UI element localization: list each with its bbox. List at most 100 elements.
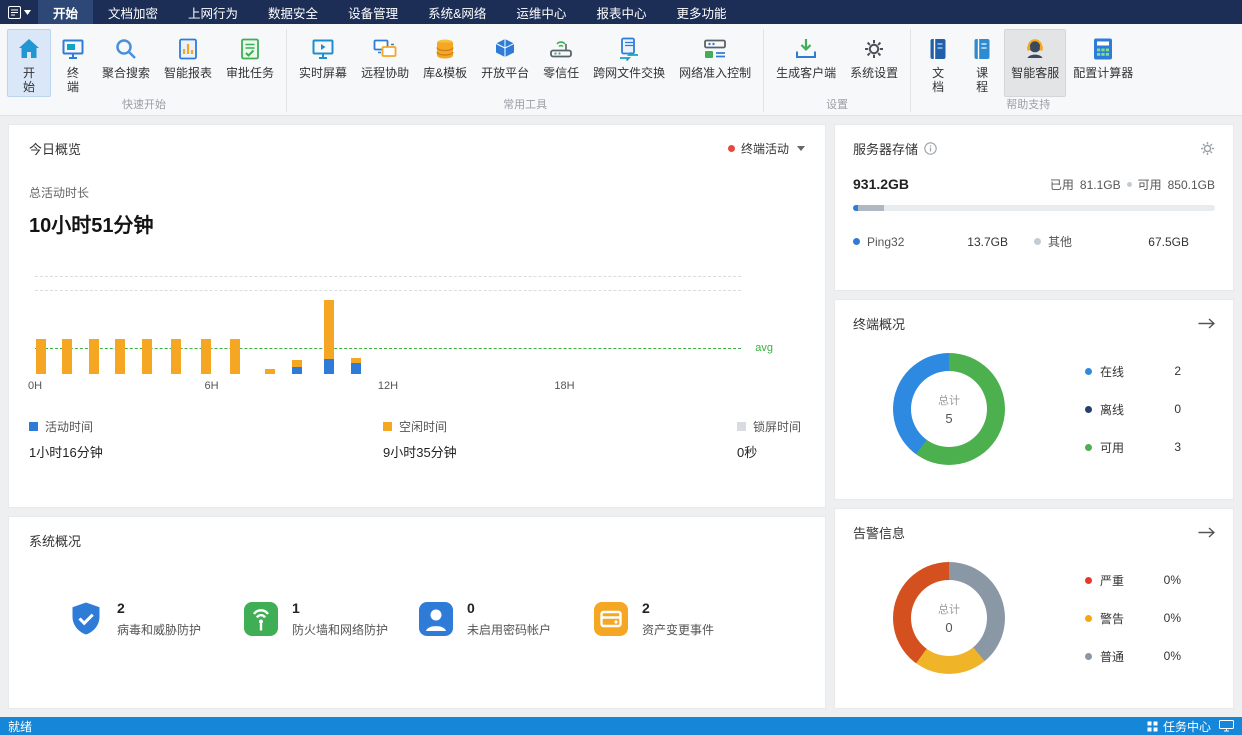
activity-legend-item: 空闲时间9小时35分钟 (383, 418, 737, 461)
shield-icon (67, 600, 105, 641)
filter-dot-icon (728, 145, 735, 152)
menu-item-更多功能[interactable]: 更多功能 (661, 0, 741, 24)
search-icon (113, 36, 140, 63)
terminal-activity-filter[interactable]: 终端活动 (728, 140, 805, 157)
ribbon-button-文档[interactable]: 文 档 (916, 29, 960, 97)
ribbon-button-开放平台[interactable]: 开放平台 (474, 29, 536, 97)
ribbon-button-系统设置[interactable]: 系统设置 (843, 29, 905, 97)
titlebar: 开始文档加密上网行为数据安全设备管理系统&网络运维中心报表中心更多功能 (0, 0, 1242, 24)
ribbon-button-label: 智能客服 (1011, 66, 1059, 80)
alerts-card-arrow-icon[interactable] (1198, 527, 1215, 538)
ribbon-button-智能客服[interactable]: 智能客服 (1004, 29, 1066, 97)
storage-settings-gear-icon[interactable] (1200, 141, 1215, 156)
system-card-title: 系统概况 (29, 531, 805, 550)
donut-legend-item: 普通0% (1085, 648, 1181, 665)
screen-icon (310, 36, 337, 63)
menu-item-系统&网络[interactable]: 系统&网络 (413, 0, 501, 24)
chart-bar-active-segment (292, 367, 302, 374)
chart-bar-active-segment (324, 359, 334, 374)
platform-icon (492, 36, 519, 63)
ribbon-button-label: 跨网文件交换 (593, 66, 665, 80)
menu-item-开始[interactable]: 开始 (38, 0, 93, 24)
system-item-count: 0 (467, 600, 551, 616)
course-icon (969, 36, 996, 63)
gear-icon (861, 36, 888, 63)
ribbon-button-开始[interactable]: 开 始 (7, 29, 51, 97)
chart-bar-idle-segment (62, 339, 72, 374)
ribbon-button-智能报表[interactable]: 智能报表 (157, 29, 219, 97)
server-storage-card: 服务器存储 931.2GB 已用 81.1GB 可用 850.1GB Ping3… (834, 124, 1234, 291)
legend-value: 67.5GB (1148, 235, 1189, 249)
chart-bar-idle-segment (142, 339, 152, 374)
activity-chart-legend: 活动时间1小时16分钟空闲时间9小时35分钟锁屏时间0秒 (29, 418, 805, 461)
ribbon-button-跨网文件交换[interactable]: 跨网文件交换 (586, 29, 672, 97)
chart-bar (230, 262, 240, 374)
chart-bar (89, 262, 99, 374)
total-activity-value: 10小时51分钟 (29, 209, 805, 238)
legend-value: 13.7GB (967, 235, 1008, 249)
remote-icon (372, 36, 399, 63)
menu-item-上网行为[interactable]: 上网行为 (173, 0, 253, 24)
storage-used-value: 81.1GB (1080, 178, 1121, 192)
system-item-未启用密码帐户[interactable]: 0未启用密码帐户 (417, 600, 592, 641)
chart-bar-idle-segment (201, 339, 211, 374)
ribbon-button-label: 课 程 (976, 66, 988, 94)
system-item-count: 2 (117, 600, 201, 616)
terminal-donut-center-label: 总计 (938, 392, 960, 408)
ribbon-button-零信任[interactable]: 零信任 (536, 29, 586, 97)
task-center-icon (1147, 721, 1158, 732)
statusbar-monitor-icon[interactable] (1219, 720, 1234, 732)
legend-dot-icon (853, 238, 860, 245)
storage-progress-bar (853, 205, 1215, 211)
menu-item-文档加密[interactable]: 文档加密 (93, 0, 173, 24)
system-item-病毒和威胁防护[interactable]: 2病毒和威胁防护 (67, 600, 242, 641)
ribbon-button-配置计算器[interactable]: 配置计算器 (1066, 29, 1140, 97)
chart-bar (115, 262, 125, 374)
ribbon-button-库&模板[interactable]: 库&模板 (416, 29, 474, 97)
ribbon-button-label: 实时屏幕 (299, 66, 347, 80)
ribbon-button-实时屏幕[interactable]: 实时屏幕 (292, 29, 354, 97)
system-item-防火墙和网络防护[interactable]: 1防火墙和网络防护 (242, 600, 417, 641)
menu-item-运维中心[interactable]: 运维中心 (501, 0, 581, 24)
menu-bar: 开始文档加密上网行为数据安全设备管理系统&网络运维中心报表中心更多功能 (38, 0, 741, 24)
ribbon-button-终端[interactable]: 终 端 (51, 29, 95, 97)
ribbon-button-label: 终 端 (67, 66, 79, 94)
ribbon-button-label: 审批任务 (226, 66, 274, 80)
legend-label: 其他 (1048, 233, 1072, 250)
menu-item-数据安全[interactable]: 数据安全 (253, 0, 333, 24)
chart-bar-idle-segment (292, 360, 302, 367)
system-item-资产变更事件[interactable]: 2资产变更事件 (592, 600, 767, 641)
ribbon-button-聚合搜索[interactable]: 聚合搜索 (95, 29, 157, 97)
activity-chart-plot: avg0H6H12H18H (35, 262, 741, 374)
info-icon[interactable] (924, 142, 937, 155)
ribbon-group-帮助支持: 文 档课 程智能客服配置计算器帮助支持 (911, 24, 1145, 115)
task-center-button[interactable]: 任务中心 (1147, 718, 1211, 735)
alerts-donut-center-label: 总计 (938, 601, 960, 617)
legend-dot-icon (1085, 368, 1092, 375)
legend-label: 锁屏时间 (753, 418, 801, 435)
activity-chart: avg0H6H12H18H (35, 262, 741, 374)
ribbon-group-快速开始: 开 始终 端聚合搜索智能报表审批任务快速开始 (2, 24, 286, 115)
menu-item-设备管理[interactable]: 设备管理 (333, 0, 413, 24)
fileswap-icon (616, 36, 643, 63)
ribbon-button-审批任务[interactable]: 审批任务 (219, 29, 281, 97)
app-menu-button[interactable] (0, 0, 38, 24)
ribbon-button-网络准入控制[interactable]: 网络准入控制 (672, 29, 758, 97)
legend-swatch-icon (29, 422, 38, 431)
report-icon (175, 36, 202, 63)
approval-icon (237, 36, 264, 63)
terminal-card-title: 终端概况 (853, 314, 905, 333)
statusbar: 就绪 任务中心 (0, 717, 1242, 735)
ribbon-button-生成客户端[interactable]: 生成客户端 (769, 29, 843, 97)
menu-item-报表中心[interactable]: 报表中心 (581, 0, 661, 24)
ribbon-button-远程协助[interactable]: 远程协助 (354, 29, 416, 97)
chart-bar (351, 262, 361, 374)
user-icon (417, 600, 455, 641)
terminal-card-arrow-icon[interactable] (1198, 318, 1215, 329)
terminal-icon (60, 36, 87, 63)
chart-bar (324, 262, 334, 374)
activity-legend-item: 锁屏时间0秒 (737, 418, 801, 461)
chart-bar (62, 262, 72, 374)
legend-label: 空闲时间 (399, 418, 447, 435)
ribbon-button-课程[interactable]: 课 程 (960, 29, 1004, 97)
